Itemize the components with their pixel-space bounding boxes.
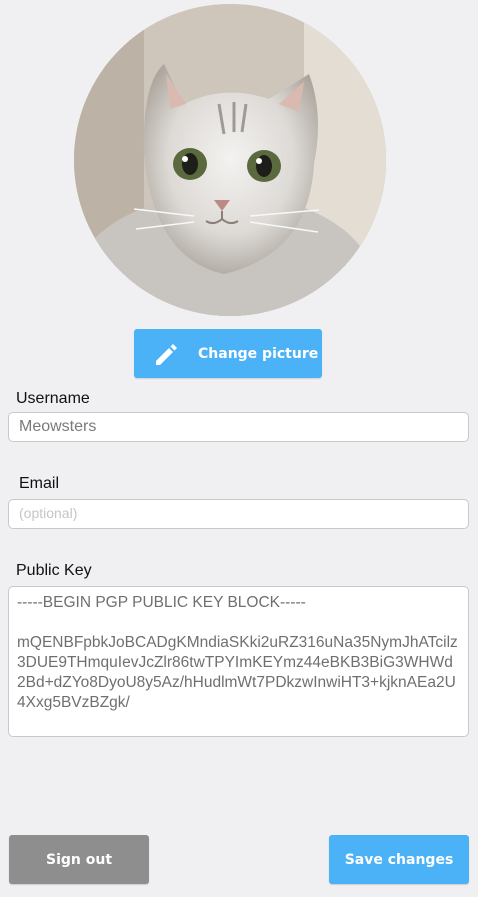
sign-out-button[interactable]: Sign out bbox=[9, 835, 149, 884]
public-key-textarea[interactable]: -----BEGIN PGP PUBLIC KEY BLOCK----- mQE… bbox=[8, 586, 469, 737]
cat-photo bbox=[74, 4, 386, 316]
username-input[interactable] bbox=[8, 412, 469, 442]
change-picture-label: Change picture bbox=[198, 345, 319, 362]
public-key-label: Public Key bbox=[16, 562, 92, 579]
save-changes-label: Save changes bbox=[344, 851, 454, 868]
email-label: Email bbox=[19, 475, 60, 492]
pencil-icon bbox=[152, 341, 178, 367]
profile-avatar bbox=[74, 4, 386, 316]
sign-out-label: Sign out bbox=[45, 851, 113, 868]
email-input[interactable] bbox=[8, 499, 469, 529]
change-picture-button[interactable]: Change picture bbox=[134, 329, 322, 378]
username-label: Username bbox=[16, 390, 90, 407]
save-changes-button[interactable]: Save changes bbox=[329, 835, 469, 884]
